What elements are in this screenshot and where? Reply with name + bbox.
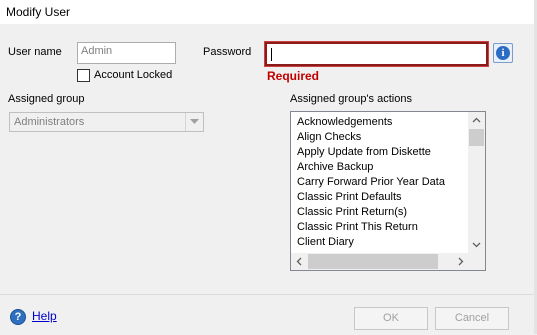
chevron-left-icon bbox=[296, 257, 302, 266]
account-locked-label[interactable]: Account Locked bbox=[94, 69, 172, 81]
list-item[interactable]: Classic Print This Return bbox=[297, 220, 445, 235]
username-field[interactable]: Admin bbox=[77, 42, 176, 64]
account-locked-checkbox[interactable] bbox=[77, 69, 90, 82]
chevron-right-icon bbox=[458, 257, 464, 266]
chevron-up-icon bbox=[472, 117, 481, 123]
scrollbar-corner bbox=[468, 253, 485, 270]
list-item[interactable]: Archive Backup bbox=[297, 160, 445, 175]
scroll-down-button[interactable] bbox=[468, 236, 485, 253]
password-field[interactable] bbox=[264, 41, 489, 67]
text-caret bbox=[271, 48, 272, 61]
list-item[interactable]: Apply Update from Diskette bbox=[297, 145, 445, 160]
info-icon: i bbox=[496, 46, 510, 60]
help-link[interactable]: Help bbox=[32, 309, 57, 323]
info-button[interactable]: i bbox=[493, 43, 513, 63]
assigned-group-select[interactable]: Administrators bbox=[9, 112, 204, 132]
dialog-footer: ? Help OK Cancel bbox=[0, 294, 537, 335]
chevron-down-icon bbox=[190, 119, 199, 124]
actions-label: Assigned group's actions bbox=[290, 93, 412, 105]
scroll-up-button[interactable] bbox=[468, 112, 485, 129]
assigned-group-label: Assigned group bbox=[8, 93, 85, 105]
actions-list[interactable]: Acknowledgements Align Checks Apply Upda… bbox=[290, 111, 486, 271]
list-item[interactable]: Acknowledgements bbox=[297, 115, 445, 130]
username-label: User name bbox=[8, 46, 62, 58]
horizontal-scroll-thumb[interactable] bbox=[308, 254, 438, 269]
title-bar: Modify User bbox=[0, 0, 537, 24]
list-item[interactable]: Client Diary bbox=[297, 235, 445, 250]
horizontal-scrollbar[interactable] bbox=[291, 253, 469, 270]
ok-button[interactable]: OK bbox=[354, 307, 428, 330]
assigned-group-value: Administrators bbox=[14, 116, 85, 128]
list-item[interactable]: Classic Print Defaults bbox=[297, 190, 445, 205]
cancel-button[interactable]: Cancel bbox=[435, 307, 509, 330]
list-item[interactable]: Carry Forward Prior Year Data bbox=[297, 175, 445, 190]
window-title: Modify User bbox=[6, 5, 71, 19]
chevron-down-icon bbox=[472, 242, 481, 248]
dropdown-button[interactable] bbox=[185, 113, 203, 131]
vertical-scroll-thumb[interactable] bbox=[469, 129, 484, 146]
dialog-content: User name Admin Password Required i Acco… bbox=[0, 24, 537, 294]
password-label: Password bbox=[203, 46, 252, 58]
scroll-right-button[interactable] bbox=[452, 253, 469, 270]
vertical-scrollbar[interactable] bbox=[468, 112, 485, 253]
help-icon[interactable]: ? bbox=[10, 309, 26, 325]
scroll-left-button[interactable] bbox=[291, 253, 308, 270]
list-item[interactable]: Align Checks bbox=[297, 130, 445, 145]
list-item[interactable]: Classic Print Return(s) bbox=[297, 205, 445, 220]
required-message: Required bbox=[267, 69, 320, 83]
